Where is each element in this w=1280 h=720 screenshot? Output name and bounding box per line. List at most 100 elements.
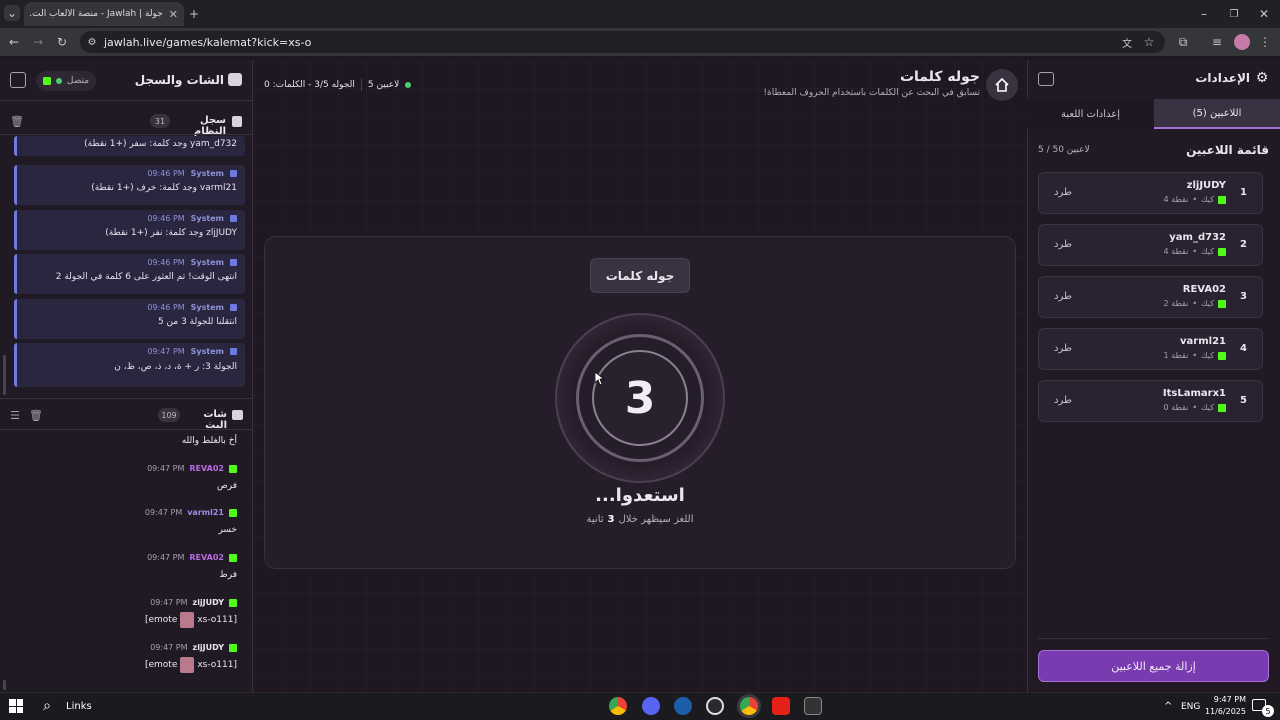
system-icon [230, 259, 237, 266]
minimize-icon[interactable]: – [1196, 6, 1212, 22]
bookmark-star-icon[interactable]: ☆ [1142, 35, 1156, 49]
kick-player-button[interactable]: طرد [1054, 239, 1072, 250]
home-icon [995, 77, 1009, 92]
divider [0, 429, 253, 430]
message-user[interactable]: zljJUDY [193, 643, 224, 652]
chat-message-header: 09:47 PM varml21 [100, 508, 237, 517]
chat-message-text: فرص [216, 481, 237, 491]
player-platform: كيك [1201, 299, 1214, 308]
message-time: 09:47 PM [147, 347, 185, 356]
player-name: ItsLamarx1 [1162, 388, 1226, 399]
site-info-icon[interactable]: ⚙ [86, 35, 98, 49]
game-subtitle: تسابق في البحث عن الكلمات باستخدام الحرو… [763, 88, 980, 98]
epic-games-icon[interactable] [804, 697, 822, 715]
chat-bubble-icon [228, 73, 242, 86]
message-user[interactable]: REVA02 [189, 553, 224, 562]
status-dot [55, 78, 62, 84]
live-chat-title: شات البث [203, 409, 227, 431]
menu-icon[interactable]: ⋮ [1258, 35, 1272, 49]
player-meta: 4 نقطة • كيك [1120, 195, 1226, 204]
reading-list-icon[interactable]: ≡ [1210, 35, 1224, 49]
syslog-scrollbar[interactable] [3, 355, 6, 395]
kick-icon [1218, 247, 1226, 256]
player-meta: 1 نقطة • كيك [1120, 351, 1226, 360]
mouse-cursor-icon [595, 372, 605, 386]
kick-player-button[interactable]: طرد [1054, 291, 1072, 302]
obs-icon[interactable] [706, 697, 724, 715]
trash-icon[interactable]: 🗑 [10, 115, 24, 128]
message-sender: System [190, 258, 224, 267]
links-toolbar[interactable]: Links [66, 701, 92, 712]
clock-time[interactable]: 9:47 PM [1200, 695, 1246, 704]
emote-image [180, 612, 195, 628]
status-text: متصل [66, 76, 90, 86]
filter-icon[interactable]: ☰ [8, 409, 22, 422]
translate-icon[interactable]: 文 [1120, 35, 1134, 50]
log-icon [232, 116, 242, 127]
chat-message-header: 09:47 PM REVA02 [100, 464, 237, 473]
chat-message-header: 09:47 PM REVA02 [100, 553, 237, 562]
kick-icon [1218, 299, 1226, 308]
new-tab-icon[interactable]: + [186, 6, 202, 22]
reload-icon[interactable]: ↻ [54, 34, 70, 50]
windows-start-icon[interactable] [9, 699, 23, 713]
message-time: 09:46 PM [147, 303, 185, 312]
message-sender: System [190, 347, 224, 356]
player-points: 2 نقطة [1163, 299, 1189, 308]
tab-game-settings[interactable]: إعدادات اللعبة [1027, 99, 1154, 129]
message-user[interactable]: varml21 [187, 508, 224, 517]
player-platform: كيك [1201, 351, 1214, 360]
tab-close-icon[interactable]: ✕ [169, 8, 178, 21]
kick-icon [229, 643, 237, 652]
clock-date[interactable]: 11/6/2025 [1200, 707, 1246, 716]
tray-chevron-icon[interactable]: ^ [1164, 701, 1172, 712]
message-user[interactable]: REVA02 [189, 464, 224, 473]
player-points: 0 نقطة [1163, 403, 1189, 412]
chat-message-emote-line: [emote xs-o111] [100, 612, 237, 628]
syslog-message-text: الجولة 3: ر + ة، د، ذ، ص، ظ، ن [114, 362, 237, 372]
syslog-message-text: انتهى الوقت! تم العثور على 6 كلمة في الج… [55, 272, 237, 282]
trash-icon[interactable]: 🗑 [29, 409, 43, 422]
player-name: varml21 [1180, 336, 1226, 347]
divider [1038, 638, 1269, 639]
syslog-message: 09:46 PM System انتهى الوقت! تم العثور ع… [14, 254, 245, 294]
tab-search-icon[interactable]: ⌄ [4, 5, 20, 21]
discord-icon[interactable] [642, 697, 660, 715]
restore-icon[interactable]: ❐ [1226, 6, 1242, 22]
chrome-profile-icon[interactable] [740, 697, 758, 715]
profile-avatar[interactable] [1234, 34, 1250, 50]
kick-player-button[interactable]: طرد [1054, 343, 1072, 354]
browser-tab[interactable]: جولة | Jawlah - منصة الألعاب الت... ✕ [24, 2, 184, 26]
chat-message-header: 09:47 PM zljJUDY [100, 643, 237, 652]
home-button[interactable] [986, 69, 1018, 101]
message-user[interactable]: zljJUDY [193, 598, 224, 607]
extensions-icon[interactable]: ⧉ [1176, 35, 1190, 49]
search-icon[interactable]: ⌕ [38, 697, 56, 715]
forward-icon[interactable]: → [30, 34, 46, 50]
collapse-panel-icon[interactable] [10, 72, 26, 88]
youtube-icon[interactable] [772, 697, 790, 715]
back-icon[interactable]: ← [6, 34, 22, 50]
collapse-settings-icon[interactable] [1038, 72, 1054, 86]
countdown-hint: اللغز سيظهر خلال 3 ثانية [540, 514, 740, 525]
window-close-icon[interactable]: ✕ [1256, 6, 1272, 22]
syslog-message: 09:47 PM System الجولة 3: ر + ة، د، ذ، ص… [14, 343, 245, 387]
separator [360, 79, 362, 91]
countdown-number: 3 [592, 350, 688, 446]
message-time: 09:46 PM [147, 258, 185, 267]
player-rank: 5 [1240, 395, 1247, 406]
language-indicator[interactable]: ENG [1181, 702, 1200, 712]
kick-player-button[interactable]: طرد [1054, 187, 1072, 198]
kick-icon [229, 553, 237, 562]
chrome-icon[interactable] [609, 697, 627, 715]
remove-all-players-button[interactable]: إزالة جميع اللاعبين [1038, 650, 1269, 682]
chat-scrollbar[interactable] [3, 680, 6, 690]
game-title: جوله كلمات [899, 69, 980, 85]
kick-player-button[interactable]: طرد [1054, 395, 1072, 406]
kick-icon [229, 598, 237, 607]
tab-players[interactable]: اللاعبين (5) [1154, 99, 1280, 129]
system-icon [230, 348, 237, 355]
steam-icon[interactable] [674, 697, 692, 715]
syslog-message: yam_d732 وجد كلمة: سفر (+1 نقطة) [14, 136, 245, 156]
player-name: yam_d732 [1169, 232, 1226, 243]
